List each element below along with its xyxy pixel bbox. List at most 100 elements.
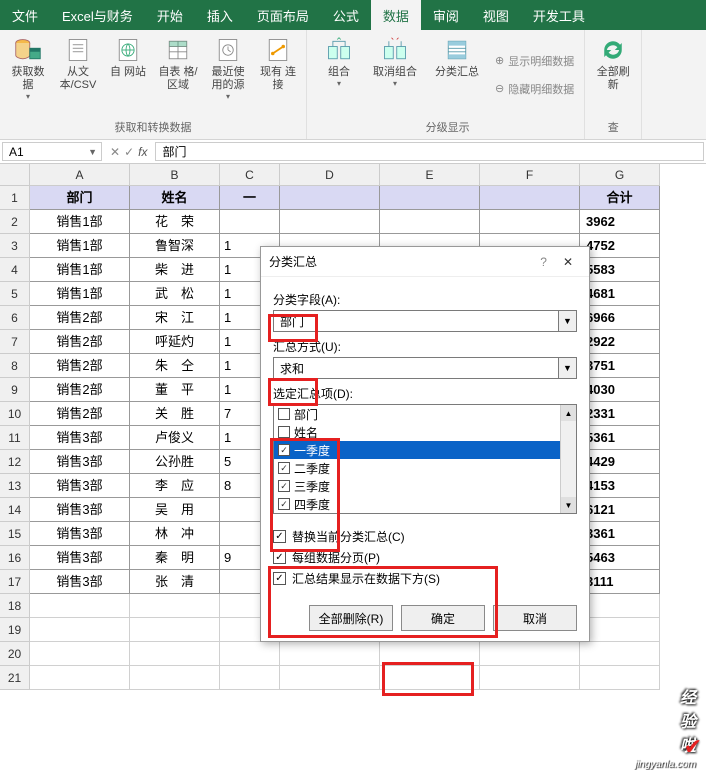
tab-excel[interactable]: Excel与财务 xyxy=(50,0,145,30)
row-header[interactable]: 6 xyxy=(0,306,30,330)
close-icon[interactable]: ✕ xyxy=(555,255,581,269)
tab-layout[interactable]: 页面布局 xyxy=(245,0,321,30)
tab-dev[interactable]: 开发工具 xyxy=(521,0,597,30)
subtotal-button[interactable]: 分类汇总 xyxy=(427,32,487,117)
list-item[interactable]: 姓名 xyxy=(274,423,560,441)
cell[interactable]: 花 荣 xyxy=(130,210,220,234)
accept-formula-icon[interactable]: ✓ xyxy=(124,145,134,159)
cell[interactable] xyxy=(580,618,660,642)
cell[interactable] xyxy=(380,666,480,690)
cell[interactable] xyxy=(480,210,580,234)
list-item[interactable]: ✓四季度 xyxy=(274,495,560,513)
cell[interactable] xyxy=(220,666,280,690)
row-header[interactable]: 3 xyxy=(0,234,30,258)
cell[interactable] xyxy=(480,666,580,690)
row-header[interactable]: 16 xyxy=(0,546,30,570)
cell[interactable] xyxy=(130,618,220,642)
cell[interactable] xyxy=(280,666,380,690)
cell[interactable]: 一 xyxy=(220,186,280,210)
tab-review[interactable]: 审阅 xyxy=(421,0,471,30)
row-header[interactable]: 10 xyxy=(0,402,30,426)
refresh-all-button[interactable]: 全部刷新 xyxy=(589,32,637,117)
cell[interactable]: 林 冲 xyxy=(130,522,220,546)
cell[interactable]: 销售2部 xyxy=(30,330,130,354)
cell[interactable]: 朱 仝 xyxy=(130,354,220,378)
cell[interactable]: 4153 xyxy=(580,474,660,498)
cell[interactable] xyxy=(130,594,220,618)
tab-start[interactable]: 开始 xyxy=(145,0,195,30)
chevron-down-icon[interactable]: ▼ xyxy=(558,311,576,331)
show-detail-button[interactable]: ⊕显示明细数据 xyxy=(495,49,574,73)
column-header[interactable]: G xyxy=(580,164,660,186)
row-header[interactable]: 2 xyxy=(0,210,30,234)
cell[interactable]: 销售3部 xyxy=(30,522,130,546)
cell[interactable]: 销售3部 xyxy=(30,570,130,594)
row-header[interactable]: 14 xyxy=(0,498,30,522)
method-select[interactable]: 求和 ▼ xyxy=(273,357,577,379)
cell[interactable] xyxy=(280,642,380,666)
cell[interactable]: 销售3部 xyxy=(30,426,130,450)
cell[interactable]: 5463 xyxy=(580,546,660,570)
tab-insert[interactable]: 插入 xyxy=(195,0,245,30)
cell[interactable]: 吴 用 xyxy=(130,498,220,522)
cell[interactable]: 4030 xyxy=(580,378,660,402)
row-header[interactable]: 12 xyxy=(0,450,30,474)
list-item[interactable]: ✓二季度 xyxy=(274,459,560,477)
cell[interactable]: 公孙胜 xyxy=(130,450,220,474)
replace-checkbox[interactable]: ✓ 替换当前分类汇总(C) xyxy=(273,528,577,545)
remove-all-button[interactable]: 全部删除(R) xyxy=(309,605,393,631)
cell[interactable]: 宋 江 xyxy=(130,306,220,330)
help-icon[interactable]: ? xyxy=(532,255,555,269)
cell[interactable] xyxy=(380,210,480,234)
cell[interactable]: 呼延灼 xyxy=(130,330,220,354)
cell[interactable] xyxy=(380,642,480,666)
column-header[interactable]: A xyxy=(30,164,130,186)
cell[interactable]: 销售2部 xyxy=(30,306,130,330)
row-header[interactable]: 19 xyxy=(0,618,30,642)
cell[interactable]: 关 胜 xyxy=(130,402,220,426)
tab-formula[interactable]: 公式 xyxy=(321,0,371,30)
cancel-button[interactable]: 取消 xyxy=(493,605,577,631)
list-item[interactable]: ✓三季度 xyxy=(274,477,560,495)
cell[interactable]: 2922 xyxy=(580,330,660,354)
cell[interactable]: 销售2部 xyxy=(30,402,130,426)
row-header[interactable]: 9 xyxy=(0,378,30,402)
cell[interactable] xyxy=(30,594,130,618)
cell[interactable]: 姓名 xyxy=(130,186,220,210)
cell[interactable] xyxy=(280,210,380,234)
cell[interactable]: 5361 xyxy=(580,426,660,450)
tab-data[interactable]: 数据 xyxy=(371,0,421,30)
cancel-formula-icon[interactable]: ✕ xyxy=(110,145,120,159)
row-header[interactable]: 17 xyxy=(0,570,30,594)
cell[interactable] xyxy=(380,186,480,210)
cell[interactable]: 销售3部 xyxy=(30,450,130,474)
row-header[interactable]: 1 xyxy=(0,186,30,210)
row-header[interactable]: 8 xyxy=(0,354,30,378)
from-csv-button[interactable]: 从文 本/CSV xyxy=(54,32,102,117)
tab-view[interactable]: 视图 xyxy=(471,0,521,30)
get-data-button[interactable]: 获取数 据▾ xyxy=(4,32,52,117)
hide-detail-button[interactable]: ⊖隐藏明细数据 xyxy=(495,77,574,101)
cell[interactable]: 销售2部 xyxy=(30,378,130,402)
page-checkbox[interactable]: ✓ 每组数据分页(P) xyxy=(273,549,577,566)
tab-file[interactable]: 文件 xyxy=(0,0,50,30)
scroll-up-icon[interactable]: ▲ xyxy=(561,405,576,421)
cell[interactable] xyxy=(580,594,660,618)
cell[interactable]: 销售1部 xyxy=(30,210,130,234)
cell[interactable]: 3962 xyxy=(580,210,660,234)
cell[interactable] xyxy=(580,666,660,690)
cell[interactable]: 销售3部 xyxy=(30,546,130,570)
row-header[interactable]: 15 xyxy=(0,522,30,546)
cell[interactable]: 销售1部 xyxy=(30,258,130,282)
cell[interactable]: 4752 xyxy=(580,234,660,258)
column-header[interactable]: D xyxy=(280,164,380,186)
cell[interactable]: 柴 进 xyxy=(130,258,220,282)
row-header[interactable]: 13 xyxy=(0,474,30,498)
cell[interactable]: 6966 xyxy=(580,306,660,330)
list-item[interactable]: ✓一季度 xyxy=(274,441,560,459)
row-header[interactable]: 18 xyxy=(0,594,30,618)
cell[interactable]: 销售1部 xyxy=(30,282,130,306)
scrollbar[interactable]: ▲ ▼ xyxy=(560,405,576,513)
cell[interactable]: 部门 xyxy=(30,186,130,210)
cell[interactable]: 销售3部 xyxy=(30,474,130,498)
